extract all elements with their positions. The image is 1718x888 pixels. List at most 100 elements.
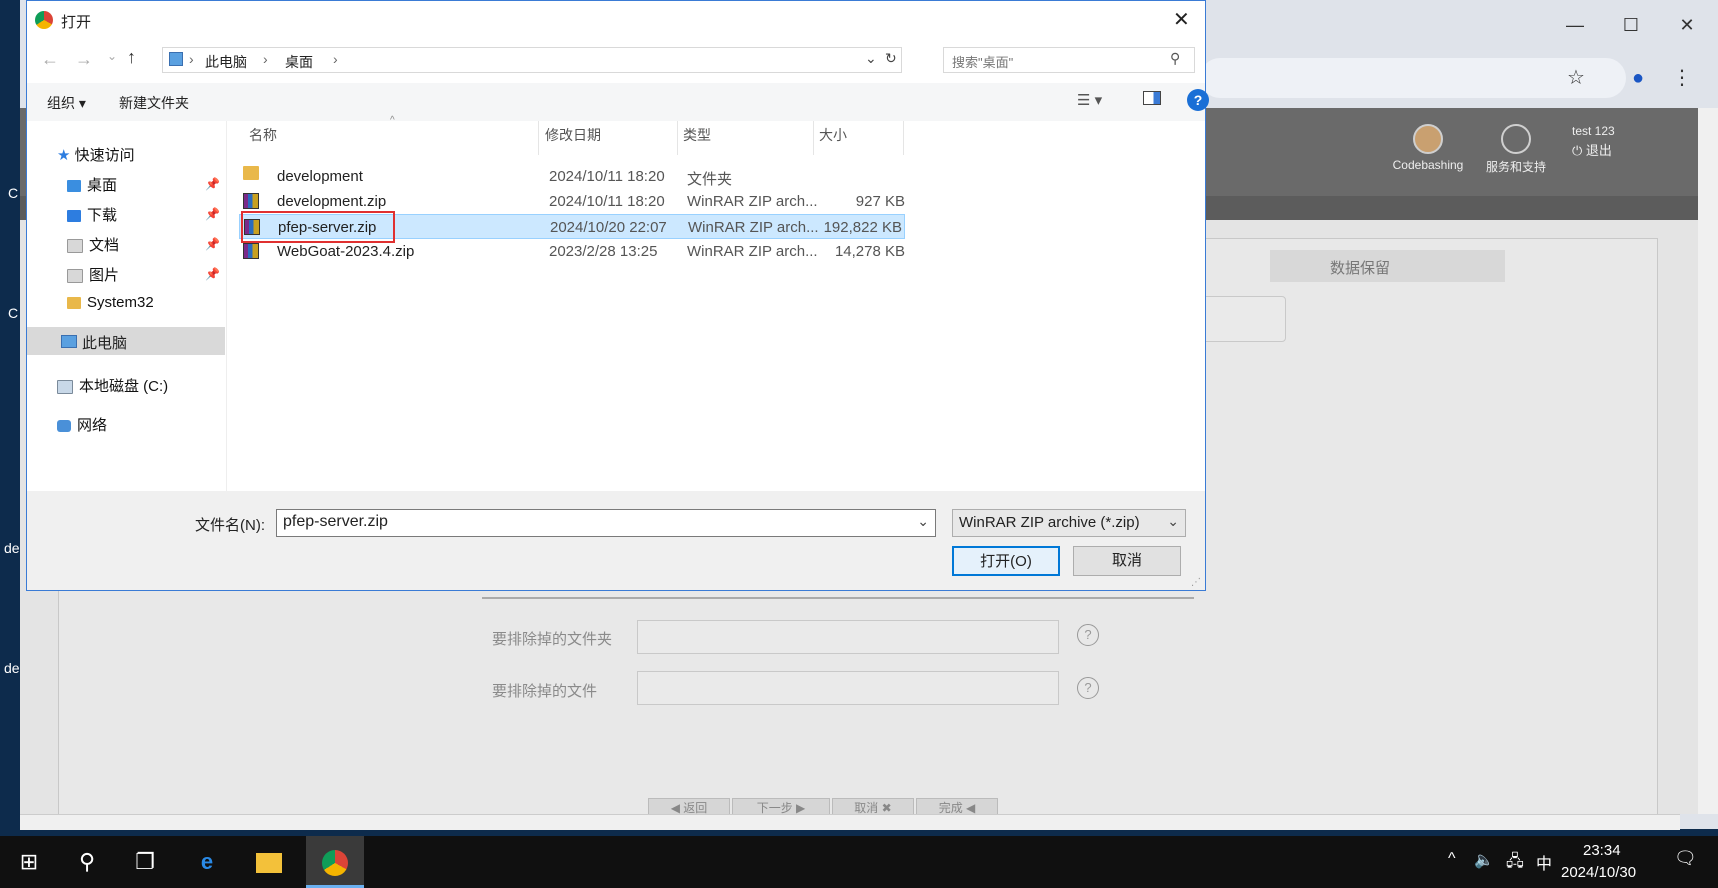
refresh-icon[interactable]: ↻	[885, 50, 897, 67]
logout-link[interactable]: ⏻ 退出	[1572, 140, 1612, 159]
file-explorer-icon[interactable]	[240, 836, 298, 888]
file-size: 927 KB	[855, 193, 905, 210]
bookmark-star-icon[interactable]: ☆	[1562, 64, 1590, 92]
breadcrumb-desktop[interactable]: 桌面	[285, 52, 313, 72]
back-arrow-icon[interactable]: ←	[41, 49, 59, 70]
minimize-button[interactable]: —	[1560, 10, 1590, 40]
clock-date[interactable]: 2024/10/30	[1561, 864, 1636, 881]
search-icon[interactable]: ⚲	[58, 836, 116, 888]
sort-arrow-icon: ^	[390, 115, 395, 126]
exclude-folders-label: 要排除掉的文件夹	[492, 631, 613, 648]
history-dropdown-icon[interactable]: ⌄	[865, 50, 877, 67]
chevron-up-icon[interactable]: ^	[1448, 850, 1456, 868]
help-icon[interactable]: ?	[1077, 677, 1099, 699]
open-button[interactable]: 打开(O)	[952, 546, 1060, 576]
breadcrumb[interactable]: › 此电脑 › 桌面 › ⌄ ↻	[162, 47, 902, 73]
taskbar: ⊞ ⚲ ❐ e ^ 🔈 🖧 中 23:34 2024/10/30 🗨	[0, 836, 1718, 888]
desktop-icon-label: de	[4, 540, 20, 556]
filename-value: pfep-server.zip	[283, 513, 388, 530]
resize-grip-icon[interactable]: ⋰	[1191, 577, 1201, 588]
nav-downloads[interactable]: 下载	[67, 204, 117, 225]
service-support-link[interactable]: 服务和支持	[1476, 124, 1556, 175]
filetype-select[interactable]: WinRAR ZIP archive (*.zip) ⌄	[952, 509, 1186, 537]
chevron-down-icon[interactable]: ⌄	[917, 513, 929, 530]
exclude-files-input[interactable]	[637, 671, 1059, 705]
help-icon[interactable]: ?	[1187, 89, 1209, 111]
profile-icon[interactable]: ●	[1624, 64, 1652, 92]
this-pc-icon	[61, 335, 77, 348]
new-folder-button[interactable]: 新建文件夹	[119, 93, 189, 113]
this-pc-icon	[169, 52, 183, 66]
column-divider[interactable]	[677, 121, 678, 155]
file-date: 2023/2/28 13:25	[549, 243, 658, 260]
drive-icon	[57, 380, 73, 395]
column-date[interactable]: 修改日期	[545, 125, 601, 145]
column-type[interactable]: 类型	[683, 125, 711, 145]
nav-label: 桌面	[87, 177, 118, 194]
start-button[interactable]: ⊞	[0, 836, 58, 888]
open-file-dialog: 打开 ✕ ← → ⌄ ↑ › 此电脑 › 桌面 › ⌄ ↻ 搜索"桌面" ⚲ 组…	[26, 0, 1209, 591]
file-row[interactable]: development 2024/10/11 18:20 文件夹	[239, 164, 991, 189]
nav-desktop[interactable]: 桌面	[67, 174, 117, 195]
desktop-icon-label: C	[8, 305, 19, 321]
folder-icon	[67, 297, 81, 310]
desktop-icon-label: de	[4, 660, 20, 676]
forward-arrow-icon[interactable]: →	[75, 49, 93, 70]
desktop-icon-label: C	[8, 185, 19, 201]
organize-button[interactable]: 组织 ▾	[47, 93, 86, 113]
nav-system32[interactable]: System32	[67, 294, 154, 311]
breadcrumb-separator: ›	[263, 51, 268, 67]
nav-pictures[interactable]: 图片	[67, 264, 119, 285]
codebashing-label: Codebashing	[1392, 158, 1464, 172]
recent-chevron-icon[interactable]: ⌄	[107, 49, 117, 63]
file-type: WinRAR ZIP arch...	[688, 219, 819, 236]
network-icon	[57, 420, 71, 433]
wizard-input[interactable]	[1200, 296, 1286, 342]
step-label: 数据保留	[1330, 260, 1391, 277]
clock-time[interactable]: 23:34	[1583, 842, 1621, 859]
file-size: 14,278 KB	[834, 243, 905, 260]
pin-icon: 📌	[205, 177, 220, 191]
nav-quick-access[interactable]: ★ 快速访问	[57, 144, 135, 165]
column-divider[interactable]	[903, 121, 904, 155]
chrome-icon	[35, 11, 53, 29]
nav-label: 网络	[77, 417, 108, 434]
preview-pane-icon[interactable]	[1143, 91, 1161, 105]
nav-this-pc[interactable]: 此电脑	[27, 327, 225, 355]
volume-icon[interactable]: 🔈	[1474, 850, 1494, 870]
chrome-taskbar-icon[interactable]	[306, 836, 364, 888]
network-icon[interactable]: 🖧	[1506, 850, 1524, 877]
internet-explorer-icon[interactable]: e	[178, 836, 236, 888]
cancel-button[interactable]: 取消	[1073, 546, 1181, 576]
column-name[interactable]: 名称	[249, 125, 277, 145]
ime-indicator[interactable]: 中	[1536, 850, 1552, 874]
column-size[interactable]: 大小	[819, 125, 847, 145]
nav-local-disk[interactable]: 本地磁盘 (C:)	[57, 375, 168, 396]
pictures-folder-icon	[67, 269, 83, 284]
breadcrumb-separator: ›	[333, 51, 338, 67]
notification-icon[interactable]: 🗨	[1674, 848, 1697, 869]
filename-input[interactable]: pfep-server.zip ⌄	[276, 509, 936, 537]
file-type: 文件夹	[687, 171, 733, 188]
help-icon[interactable]: ?	[1077, 624, 1099, 646]
breadcrumb-this-pc[interactable]: 此电脑	[205, 52, 247, 72]
nav-documents[interactable]: 文档	[67, 234, 119, 255]
column-divider[interactable]	[538, 121, 539, 155]
close-button[interactable]: ✕	[1672, 10, 1702, 40]
highlight-box	[241, 211, 395, 243]
view-options-icon[interactable]: ☰ ▾	[1077, 91, 1102, 109]
exclude-folders-input[interactable]	[637, 620, 1059, 654]
search-input[interactable]: 搜索"桌面" ⚲	[943, 47, 1195, 73]
column-divider[interactable]	[813, 121, 814, 155]
maximize-button[interactable]: ☐	[1616, 10, 1646, 40]
nav-network[interactable]: 网络	[57, 414, 107, 435]
codebashing-link[interactable]: Codebashing	[1388, 124, 1468, 172]
folder-icon	[243, 166, 259, 180]
up-arrow-icon[interactable]: ↑	[127, 47, 136, 68]
menu-icon[interactable]: ⋮	[1668, 64, 1696, 92]
vertical-scrollbar[interactable]	[1698, 108, 1718, 814]
star-icon: ★	[57, 147, 71, 164]
task-view-icon[interactable]: ❐	[116, 836, 174, 888]
dialog-close-icon[interactable]: ✕	[1173, 7, 1190, 32]
horizontal-scrollbar[interactable]	[20, 814, 1680, 830]
